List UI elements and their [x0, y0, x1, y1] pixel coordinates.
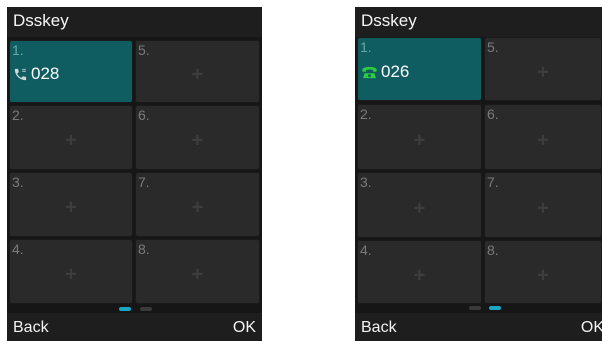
dsskey-2[interactable]: 2. +: [9, 105, 133, 170]
add-icon: +: [537, 129, 549, 152]
add-icon: +: [65, 129, 77, 152]
ok-button[interactable]: OK: [233, 313, 256, 341]
dsskey-number: 3.: [12, 174, 24, 190]
ok-button[interactable]: OK: [581, 313, 602, 341]
dsskey-7[interactable]: 7. +: [135, 172, 260, 237]
add-icon: +: [537, 197, 549, 220]
dsskey-2[interactable]: 2. +: [357, 104, 482, 170]
dsskey-7[interactable]: 7. +: [484, 172, 602, 238]
left-phone-screen: Dsskey 1. 028 2. + 3. + 4. + 5. + 6. + 7…: [7, 7, 262, 341]
dsskey-8[interactable]: 8. +: [135, 239, 260, 304]
softkey-bar: Back OK: [355, 313, 602, 341]
dsskey-4[interactable]: 4. +: [357, 240, 482, 304]
page-indicator-inactive: [469, 306, 481, 310]
right-phone-screen: Dsskey 1. 026 2. + 3. + 4. + 5. + 6. + 7…: [355, 7, 602, 341]
dsskey-number: 7.: [138, 174, 150, 190]
add-icon: +: [413, 129, 426, 152]
dsskey-number: 6.: [487, 106, 499, 122]
dsskey-label: 026: [361, 62, 409, 82]
dsskey-1[interactable]: 1. 026: [357, 37, 482, 101]
dsskey-6[interactable]: 6. +: [484, 104, 602, 170]
dsskey-6[interactable]: 6. +: [135, 105, 260, 170]
dsskey-number: 2.: [360, 106, 372, 122]
dsskey-number: 8.: [138, 241, 150, 257]
page-indicator-active: [119, 307, 131, 311]
dsskey-1[interactable]: 1. 028: [9, 40, 133, 103]
dsskey-3[interactable]: 3. +: [357, 172, 482, 238]
add-icon: +: [191, 196, 204, 219]
desk-phone-icon: [362, 66, 377, 78]
dsskey-label-text: 026: [381, 62, 410, 81]
dsskey-5[interactable]: 5. +: [484, 37, 602, 101]
dsskey-number: 7.: [487, 174, 499, 190]
softkey-bar: Back OK: [7, 313, 262, 341]
dsskey-grid: 1. 026 2. + 3. + 4. + 5. + 6. + 7. + 8. …: [355, 7, 602, 341]
page-indicator-inactive: [140, 307, 152, 311]
dsskey-number: 8.: [487, 242, 499, 258]
add-icon: +: [65, 196, 77, 219]
dsskey-number: 1.: [360, 39, 372, 55]
add-icon: +: [191, 63, 204, 86]
back-button[interactable]: Back: [361, 313, 397, 341]
dsskey-number: 1.: [12, 42, 24, 58]
add-icon: +: [191, 263, 204, 286]
add-icon: +: [537, 61, 549, 84]
add-icon: +: [191, 129, 204, 152]
add-icon: +: [537, 264, 549, 287]
dsskey-label: 028: [13, 64, 59, 84]
dsskey-4[interactable]: 4. +: [9, 239, 133, 304]
dsskey-grid: 1. 028 2. + 3. + 4. + 5. + 6. + 7. + 8. …: [7, 7, 262, 341]
phone-handset-icon: [14, 68, 27, 80]
dsskey-number: 6.: [138, 107, 150, 123]
dsskey-number: 4.: [360, 242, 372, 258]
add-icon: +: [65, 263, 77, 286]
add-icon: +: [413, 264, 426, 287]
dsskey-number: 5.: [138, 42, 150, 58]
dsskey-number: 3.: [360, 174, 372, 190]
dsskey-3[interactable]: 3. +: [9, 172, 133, 237]
add-icon: +: [413, 197, 426, 220]
dsskey-5[interactable]: 5. +: [135, 40, 260, 103]
dsskey-number: 2.: [12, 107, 24, 123]
dsskey-number: 4.: [12, 241, 24, 257]
dsskey-number: 5.: [487, 39, 499, 55]
dsskey-8[interactable]: 8. +: [484, 240, 602, 304]
dsskey-label-text: 028: [31, 64, 60, 83]
page-indicator-active: [489, 306, 501, 310]
back-button[interactable]: Back: [13, 313, 49, 341]
